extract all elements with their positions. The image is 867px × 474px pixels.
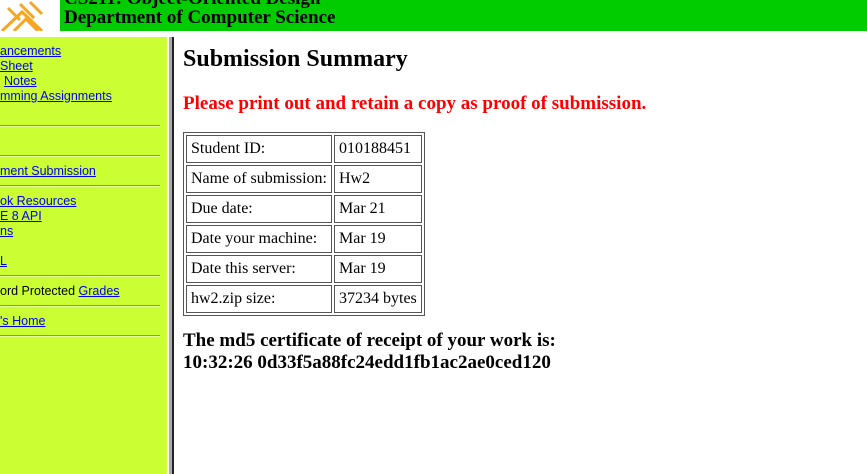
row-label: Date this server: — [186, 255, 332, 283]
table-row: Date your machine: Mar 19 — [186, 225, 422, 253]
table-row: Name of submission: Hw2 — [186, 165, 422, 193]
page-title: Submission Summary — [183, 46, 408, 72]
row-value: Mar 19 — [334, 255, 422, 283]
row-value: Mar 19 — [334, 225, 422, 253]
sidebar-link-home[interactable]: 's Home — [0, 314, 45, 328]
sidebar-link-book-resources[interactable]: ok Resources — [0, 194, 76, 208]
sidebar-nav: ancements Sheet Notes mming Assignments … — [0, 37, 167, 474]
md5-certificate: The md5 certificate of receipt of your w… — [183, 330, 863, 374]
sidebar-divider — [0, 185, 160, 187]
sidebar-link-notes[interactable]: Notes — [4, 74, 37, 88]
row-label: Student ID: — [186, 135, 332, 163]
department-name: Department of Computer Science — [64, 7, 336, 28]
sidebar-link-uml[interactable]: L — [0, 254, 7, 268]
row-label: hw2.zip size: — [186, 285, 332, 313]
row-value: Hw2 — [334, 165, 422, 193]
sidebar-link-programming-assignments[interactable]: mming Assignments — [0, 89, 112, 103]
sidebar-divider — [0, 125, 160, 127]
sidebar-link-grades[interactable]: Grades — [79, 284, 120, 298]
md5-value: 10:32:26 0d33f5a88fc24edd1fb1ac2ae0ced12… — [183, 352, 551, 373]
md5-label: The md5 certificate of receipt of your w… — [183, 330, 556, 351]
row-value: 010188451 — [334, 135, 422, 163]
table-row: Student ID: 010188451 — [186, 135, 422, 163]
sidebar-link-java-api[interactable]: E 8 API — [0, 209, 42, 223]
row-label: Date your machine: — [186, 225, 332, 253]
sidebar-link-patterns[interactable]: ns — [0, 224, 13, 238]
table-row: hw2.zip size: 37234 bytes — [186, 285, 422, 313]
row-label: Due date: — [186, 195, 332, 223]
table-row: Date this server: Mar 19 — [186, 255, 422, 283]
sidebar-link-sheet[interactable]: Sheet — [0, 59, 33, 73]
sidebar-link-announcements[interactable]: ancements — [0, 44, 61, 58]
table-row: Due date: Mar 21 — [186, 195, 422, 223]
submission-table: Student ID: 010188451 Name of submission… — [183, 132, 425, 316]
print-warning: Please print out and retain a copy as pr… — [183, 93, 647, 114]
frame-divider-shadow — [172, 37, 174, 474]
main-content: Submission Summary Please print out and … — [183, 44, 863, 374]
sidebar-link-assignment-submission[interactable]: ment Submission — [0, 164, 96, 178]
sidebar-text-password-protected: ord Protected — [0, 284, 76, 298]
row-label: Name of submission: — [186, 165, 332, 193]
sidebar-divider — [0, 335, 160, 337]
row-value: Mar 21 — [334, 195, 422, 223]
sidebar-divider — [0, 275, 160, 277]
sidebar-divider — [0, 305, 160, 307]
sidebar-divider — [0, 155, 160, 157]
row-value: 37234 bytes — [334, 285, 422, 313]
department-logo-icon — [0, 0, 60, 31]
header-banner: CS211: Object-Oriented Design Department… — [0, 0, 867, 31]
